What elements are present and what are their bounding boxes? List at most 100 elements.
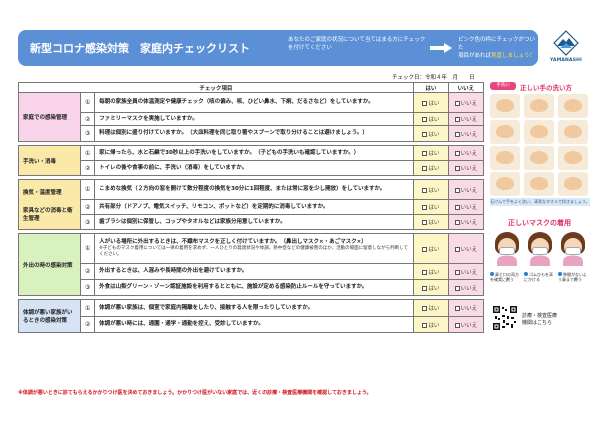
yes-checkbox[interactable]: はい xyxy=(412,299,449,317)
arrow-right-icon xyxy=(430,43,452,53)
checkbox-square-icon[interactable] xyxy=(422,166,428,171)
check-item-label: 体調が悪い時には、通園・通学・通勤を控え、受診していますか。 xyxy=(99,321,264,327)
mask-caption: 隙間がないよう鼻まで覆う xyxy=(558,272,587,282)
yes-checkbox[interactable]: はい xyxy=(412,92,449,113)
check-item-text: ファミリーマスクを実施していますか。 xyxy=(94,112,414,126)
checkbox-square-icon[interactable] xyxy=(422,100,428,106)
no-checkbox[interactable]: いいえ xyxy=(447,125,485,142)
yes-checkbox[interactable]: はい xyxy=(412,125,449,142)
checkbox-square-icon[interactable] xyxy=(422,117,428,122)
handwashing-panel: 手洗い 正しい手の洗い方 石けんで手をよく洗い、清潔なタオルで拭きましょう。 xyxy=(490,82,590,208)
checkbox-square-icon[interactable] xyxy=(454,322,460,328)
header-check-item: チェック項目 xyxy=(18,82,414,93)
handwashing-title: 正しい手の洗い方 xyxy=(520,84,572,92)
checkbox-square-icon[interactable] xyxy=(422,151,428,156)
no-checkbox[interactable]: いいえ xyxy=(447,179,485,200)
checkbox-square-icon[interactable] xyxy=(422,205,428,210)
no-checkbox[interactable]: いいえ xyxy=(447,199,485,215)
yamanashi-logo: YAMANASHI xyxy=(545,28,587,68)
no-checkbox[interactable]: いいえ xyxy=(447,299,485,317)
checkbox-square-icon[interactable] xyxy=(454,306,460,311)
no-checkbox[interactable]: いいえ xyxy=(447,263,485,280)
yes-checkbox[interactable]: はい xyxy=(412,279,449,296)
checkbox-square-icon[interactable] xyxy=(422,285,428,291)
check-item-text: 外出するときは、人混みや長時間の外出を避けていますか。 xyxy=(94,263,414,280)
yes-checkbox[interactable]: はい xyxy=(412,145,449,161)
yes-checkbox[interactable]: はい xyxy=(412,179,449,200)
header-review-line-1: ピンク色の枠にチェックがついた xyxy=(458,37,536,51)
qr-caption: 診療・検査医療 機関はこちら xyxy=(522,313,557,327)
check-item-label: 体調が悪い家族は、個室で家庭内隔離をしたり、接触する人を限ったりしていますか。 xyxy=(99,304,314,311)
item-number: ② xyxy=(80,316,96,333)
yes-checkbox[interactable]: はい xyxy=(412,214,449,230)
no-checkbox[interactable]: いいえ xyxy=(447,92,485,113)
no-checkbox[interactable]: いいえ xyxy=(447,214,485,230)
no-label: いいえ xyxy=(460,151,478,157)
no-checkbox[interactable]: いいえ xyxy=(447,112,485,126)
no-checkbox[interactable]: いいえ xyxy=(447,316,485,333)
yes-label: はい xyxy=(428,117,440,123)
handwash-step-icon xyxy=(558,146,588,170)
check-item-text: 体調が悪い時には、通園・通学・通勤を控え、受診していますか。 xyxy=(94,316,414,333)
checkbox-square-icon[interactable] xyxy=(454,285,460,291)
checkbox-square-icon[interactable] xyxy=(454,151,460,156)
category-cell: 手洗い・消毒 xyxy=(17,145,82,176)
check-item-label: 毎朝の家族全員の体温測定や健康チェック（咳の偏み、咳、ひどい鼻水、下痢、だるさな… xyxy=(99,99,374,105)
checkbox-square-icon[interactable] xyxy=(454,269,460,275)
checkbox-square-icon[interactable] xyxy=(422,187,428,193)
no-checkbox[interactable]: いいえ xyxy=(447,279,485,296)
checkbox-square-icon[interactable] xyxy=(422,322,428,328)
handwashing-footer: 石けんで手をよく洗い、清潔なタオルで拭きましょう。 xyxy=(490,198,590,206)
checkbox-square-icon[interactable] xyxy=(454,117,460,122)
check-date: チェック日：令和４年 月 日 xyxy=(392,75,475,81)
no-checkbox[interactable]: いいえ xyxy=(447,233,485,264)
category-cell: 体調が悪い家族がいるときの感染対策 xyxy=(17,299,82,333)
checkbox-square-icon[interactable] xyxy=(422,220,428,225)
handwash-step-icon xyxy=(558,172,588,196)
yes-label: はい xyxy=(428,187,440,194)
checkbox-square-icon[interactable] xyxy=(454,246,460,252)
item-number: ① xyxy=(80,92,96,113)
checkbox-square-icon[interactable] xyxy=(454,166,460,171)
header-yes: はい xyxy=(412,82,449,93)
handwash-step-icon xyxy=(490,120,520,144)
no-checkbox[interactable]: いいえ xyxy=(447,145,485,161)
check-item-text: 体調が悪い家族は、個室で家庭内隔離をしたり、接触する人を限ったりしていますか。 xyxy=(94,299,414,317)
category-label: 手洗い・消毒 xyxy=(23,158,57,165)
category-cell: 外出の時の感染対策 xyxy=(17,233,82,296)
no-label: いいえ xyxy=(460,131,478,138)
no-checkbox[interactable]: いいえ xyxy=(447,160,485,176)
no-label: いいえ xyxy=(460,269,478,276)
check-item-label: ファミリーマスクを実施していますか。 xyxy=(99,115,198,122)
checkbox-square-icon[interactable] xyxy=(454,100,460,106)
table-row: ③ 歯ブラシは個別に保管し、コップやタオルなどは家族分用意していますか。 はい いいえ xyxy=(19,214,485,230)
yes-checkbox[interactable]: はい xyxy=(412,233,449,264)
checkbox-square-icon[interactable] xyxy=(454,220,460,225)
checkbox-square-icon[interactable] xyxy=(422,269,428,275)
check-item-label: 人がいる場所に外出するときは、不織布マスクを正しく付けていますか。（鼻出しマスク… xyxy=(99,239,367,245)
check-item-text: 外食は山梨グリーン・ゾーン認証施設を利用するとともに、施設が定める感染防止ルール… xyxy=(94,279,414,296)
table-row: ② 外出するときは、人混みや長時間の外出を避けていますか。 はい いいえ xyxy=(19,263,485,280)
checkbox-square-icon[interactable] xyxy=(422,306,428,311)
checkbox-square-icon[interactable] xyxy=(422,131,428,137)
qr-code-icon[interactable] xyxy=(492,305,518,331)
no-label: いいえ xyxy=(460,285,478,292)
qr-caption-line-2: 機関はこちら xyxy=(522,320,553,326)
table-row: 外出の時の感染対策 ① 人がいる場所に外出するときは、不織布マスクを正しく付けていま… xyxy=(17,233,485,296)
checkbox-square-icon[interactable] xyxy=(454,187,460,193)
table-row: 家庭での感染管理 ① 毎朝の家族全員の体温測定や健康チェック（咳の偏み、咳、ひどい鼻… xyxy=(17,92,485,142)
yes-checkbox[interactable]: はい xyxy=(412,112,449,126)
checkbox-square-icon[interactable] xyxy=(454,131,460,137)
category-label: 外出の時の感染対策 xyxy=(23,262,73,269)
table-row: ② トイレの後や食事の前に、手洗い（消毒）をしていますか。 はい いいえ xyxy=(19,160,485,176)
check-item-label: 歯ブラシは個別に保管し、コップやタオルなどは家族分用意していますか。 xyxy=(99,218,286,225)
checkbox-square-icon[interactable] xyxy=(454,205,460,210)
yes-checkbox[interactable]: はい xyxy=(412,160,449,176)
handwash-step-icon xyxy=(524,94,554,118)
yes-checkbox[interactable]: はい xyxy=(412,316,449,333)
yes-checkbox[interactable]: はい xyxy=(412,263,449,280)
yes-checkbox[interactable]: はい xyxy=(412,199,449,215)
category-cell: 家庭での感染管理 xyxy=(17,92,82,142)
checkbox-square-icon[interactable] xyxy=(422,246,428,252)
category-label: 体調が悪い家族がいるときの感染対策 xyxy=(23,310,73,324)
